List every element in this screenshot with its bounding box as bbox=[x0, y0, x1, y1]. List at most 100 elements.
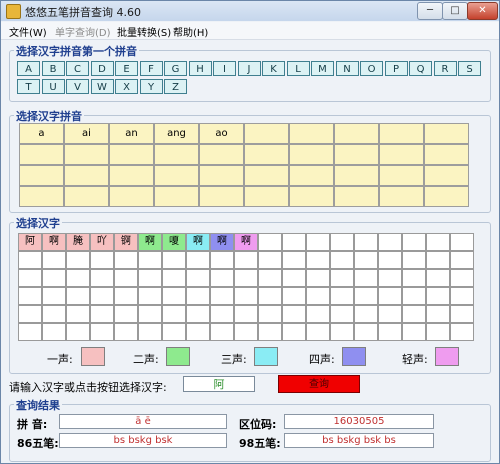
hanzi-cell[interactable] bbox=[210, 323, 234, 341]
menu-batch-convert[interactable]: 批量转换(S) bbox=[117, 24, 171, 39]
pinyin-cell[interactable] bbox=[64, 144, 109, 165]
hanzi-cell[interactable] bbox=[42, 269, 66, 287]
hanzi-cell[interactable] bbox=[162, 251, 186, 269]
hanzi-cell[interactable] bbox=[258, 269, 282, 287]
hanzi-cell[interactable] bbox=[282, 305, 306, 323]
hanzi-cell[interactable] bbox=[66, 269, 90, 287]
hanzi-input[interactable] bbox=[183, 376, 255, 392]
letter-button-a[interactable]: A bbox=[17, 61, 40, 76]
hanzi-cell[interactable] bbox=[282, 269, 306, 287]
pinyin-cell[interactable] bbox=[424, 186, 469, 207]
hanzi-cell[interactable] bbox=[234, 323, 258, 341]
wubi98-result-field[interactable]: bs bskg bsk bs bbox=[284, 433, 434, 448]
query-button[interactable]: 查询 bbox=[278, 375, 360, 393]
hanzi-cell[interactable] bbox=[282, 251, 306, 269]
hanzi-cell[interactable]: 锕 bbox=[114, 233, 138, 251]
hanzi-cell[interactable] bbox=[186, 251, 210, 269]
pinyin-result-field[interactable]: ā ē bbox=[59, 414, 227, 429]
hanzi-cell[interactable] bbox=[66, 323, 90, 341]
hanzi-cell[interactable] bbox=[258, 323, 282, 341]
hanzi-cell[interactable] bbox=[234, 305, 258, 323]
pinyin-cell[interactable] bbox=[199, 144, 244, 165]
hanzi-cell[interactable] bbox=[18, 305, 42, 323]
letter-button-c[interactable]: C bbox=[66, 61, 89, 76]
hanzi-cell[interactable] bbox=[330, 233, 354, 251]
hanzi-cell[interactable] bbox=[354, 287, 378, 305]
hanzi-cell[interactable] bbox=[402, 287, 426, 305]
hanzi-cell[interactable] bbox=[114, 269, 138, 287]
pinyin-cell[interactable] bbox=[154, 165, 199, 186]
hanzi-cell[interactable] bbox=[234, 269, 258, 287]
hanzi-cell[interactable] bbox=[354, 305, 378, 323]
letter-button-l[interactable]: L bbox=[286, 61, 310, 76]
hanzi-cell[interactable] bbox=[426, 233, 450, 251]
hanzi-cell[interactable] bbox=[210, 287, 234, 305]
hanzi-cell[interactable] bbox=[186, 323, 210, 341]
pinyin-cell[interactable] bbox=[424, 144, 469, 165]
pinyin-cell[interactable] bbox=[334, 186, 379, 207]
hanzi-cell[interactable] bbox=[18, 269, 42, 287]
hanzi-cell[interactable] bbox=[354, 251, 378, 269]
hanzi-cell[interactable] bbox=[450, 269, 474, 287]
hanzi-cell[interactable] bbox=[354, 269, 378, 287]
letter-button-q[interactable]: Q bbox=[409, 61, 432, 76]
hanzi-cell[interactable] bbox=[450, 305, 474, 323]
hanzi-cell[interactable] bbox=[186, 287, 210, 305]
pinyin-cell[interactable] bbox=[244, 123, 289, 144]
pinyin-cell[interactable] bbox=[289, 123, 334, 144]
hanzi-cell[interactable] bbox=[210, 269, 234, 287]
hanzi-cell[interactable] bbox=[330, 287, 354, 305]
hanzi-cell[interactable] bbox=[282, 287, 306, 305]
hanzi-cell[interactable] bbox=[114, 323, 138, 341]
hanzi-cell[interactable] bbox=[306, 323, 330, 341]
hanzi-cell[interactable] bbox=[330, 323, 354, 341]
letter-button-d[interactable]: D bbox=[90, 61, 114, 76]
hanzi-cell[interactable] bbox=[402, 269, 426, 287]
hanzi-cell[interactable] bbox=[234, 287, 258, 305]
hanzi-cell[interactable] bbox=[42, 287, 66, 305]
pinyin-cell[interactable] bbox=[334, 144, 379, 165]
letter-button-u[interactable]: U bbox=[41, 79, 65, 94]
hanzi-cell[interactable] bbox=[306, 233, 330, 251]
hanzi-cell[interactable]: 啊 bbox=[186, 233, 210, 251]
pinyin-cell[interactable] bbox=[379, 186, 424, 207]
hanzi-cell[interactable] bbox=[426, 287, 450, 305]
hanzi-cell[interactable] bbox=[42, 323, 66, 341]
hanzi-cell[interactable] bbox=[402, 233, 426, 251]
hanzi-cell[interactable] bbox=[138, 323, 162, 341]
minimize-button[interactable]: ─ bbox=[417, 2, 443, 20]
hanzi-cell[interactable] bbox=[42, 251, 66, 269]
hanzi-cell[interactable] bbox=[354, 323, 378, 341]
hanzi-cell[interactable] bbox=[330, 269, 354, 287]
letter-button-e[interactable]: E bbox=[115, 61, 138, 76]
hanzi-cell[interactable] bbox=[162, 323, 186, 341]
pinyin-cell[interactable] bbox=[19, 165, 64, 186]
hanzi-cell[interactable] bbox=[354, 233, 378, 251]
letter-button-g[interactable]: G bbox=[164, 61, 187, 76]
pinyin-cell[interactable] bbox=[64, 186, 109, 207]
pinyin-cell[interactable]: an bbox=[109, 123, 154, 144]
hanzi-cell[interactable] bbox=[450, 323, 474, 341]
pinyin-cell[interactable] bbox=[19, 144, 64, 165]
hanzi-cell[interactable] bbox=[306, 251, 330, 269]
hanzi-cell[interactable] bbox=[426, 269, 450, 287]
pinyin-cell[interactable] bbox=[334, 165, 379, 186]
letter-button-k[interactable]: K bbox=[262, 61, 285, 76]
pinyin-cell[interactable] bbox=[289, 186, 334, 207]
letter-button-v[interactable]: V bbox=[66, 79, 89, 94]
letter-button-p[interactable]: P bbox=[384, 61, 408, 76]
menu-help[interactable]: 帮助(H) bbox=[173, 24, 208, 39]
pinyin-cell[interactable] bbox=[289, 165, 334, 186]
hanzi-cell[interactable] bbox=[18, 323, 42, 341]
hanzi-cell[interactable] bbox=[162, 269, 186, 287]
hanzi-cell[interactable] bbox=[378, 269, 402, 287]
pinyin-cell[interactable] bbox=[289, 144, 334, 165]
hanzi-cell[interactable] bbox=[66, 251, 90, 269]
letter-button-x[interactable]: X bbox=[115, 79, 138, 94]
hanzi-cell[interactable] bbox=[306, 269, 330, 287]
letter-button-m[interactable]: M bbox=[311, 61, 334, 76]
hanzi-cell[interactable] bbox=[378, 233, 402, 251]
hanzi-cell[interactable] bbox=[138, 269, 162, 287]
pinyin-cell[interactable] bbox=[199, 186, 244, 207]
hanzi-cell[interactable] bbox=[114, 287, 138, 305]
